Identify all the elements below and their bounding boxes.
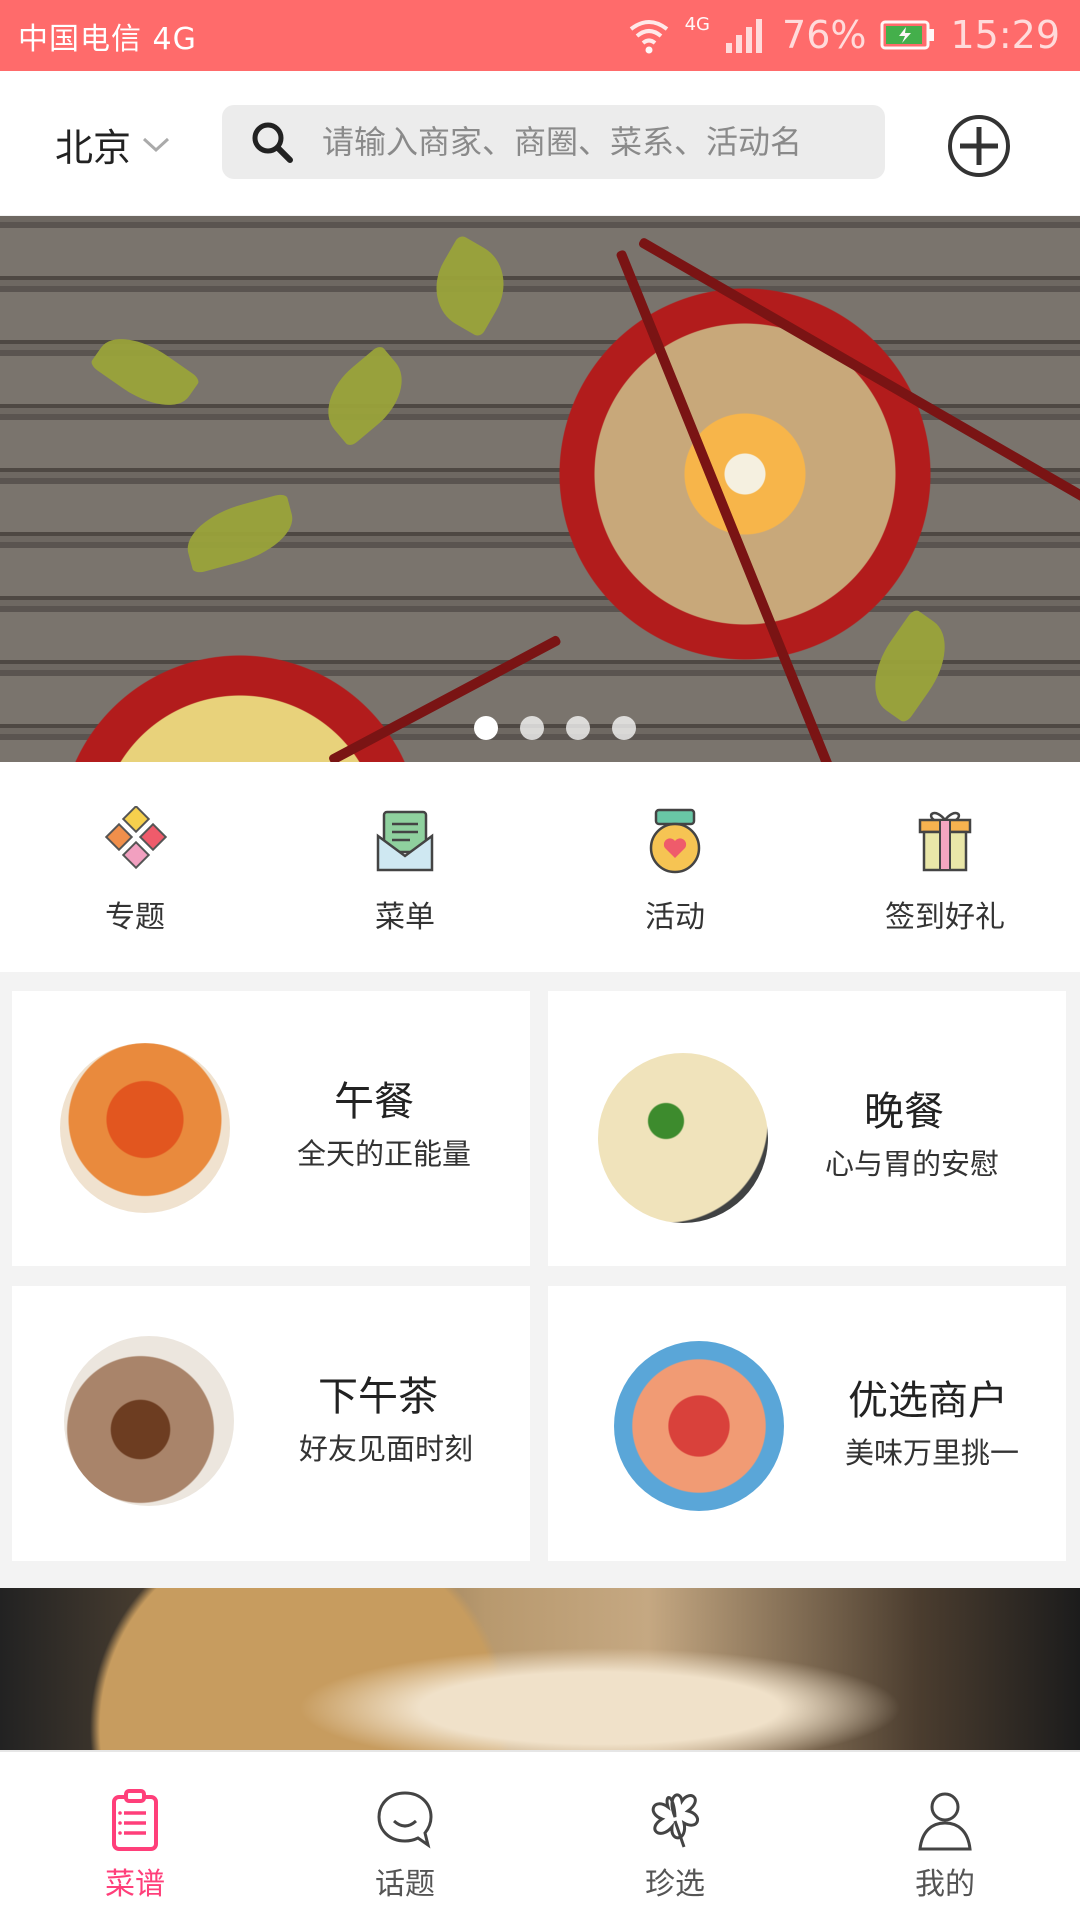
status-bar: 中国电信 4G 4G 76% 15:29 [0, 0, 1080, 71]
carousel-dot[interactable] [520, 716, 544, 740]
quick-nav-checkin-gift[interactable]: 签到好礼 [810, 762, 1080, 972]
bottom-tab-bar: 菜谱 话题 珍选 我的 [0, 1750, 1080, 1920]
banner-leaf-decoration [311, 344, 419, 448]
banner-leaf-decoration [89, 322, 201, 422]
network-type: 4G [684, 14, 711, 35]
tab-label: 我的 [915, 1867, 975, 1902]
quick-nav-label: 菜单 [375, 900, 435, 935]
quick-nav: 专题 菜单 活动 签到好礼 [0, 762, 1080, 972]
quick-nav-menu[interactable]: 菜单 [270, 762, 540, 972]
card-subtitle: 美味万里挑一 [844, 1436, 1019, 1470]
carousel-dot[interactable] [612, 716, 636, 740]
recipe-list-icon [112, 1789, 158, 1851]
clock: 15:29 [950, 13, 1060, 57]
promo-banner[interactable] [0, 1588, 1080, 1750]
chevron-down-icon [143, 137, 170, 152]
status-icons: 4G 76% 15:29 [627, 10, 1060, 60]
card-subtitle: 好友见面时刻 [298, 1432, 473, 1466]
card-subtitle: 全天的正能量 [296, 1137, 471, 1171]
card-title: 午餐 [334, 1079, 414, 1125]
card-afternoon-tea[interactable]: 下午茶 好友见面时刻 [12, 1286, 530, 1561]
banner-leaf-decoration [179, 492, 301, 575]
carousel-dot[interactable] [566, 716, 590, 740]
envelope-menu-icon [376, 810, 434, 872]
tab-label: 菜谱 [105, 1867, 165, 1902]
tab-topics[interactable]: 话题 [270, 1752, 540, 1920]
card-subtitle: 心与胃的安慰 [824, 1147, 999, 1181]
card-dinner[interactable]: 晚餐 心与胃的安慰 [548, 991, 1066, 1266]
medal-icon [649, 808, 701, 874]
city-selector[interactable]: 北京 [55, 117, 171, 172]
tab-recipes[interactable]: 菜谱 [0, 1752, 270, 1920]
user-icon [918, 1792, 972, 1851]
city-name: 北京 [55, 126, 132, 170]
card-title: 优选商户 [848, 1378, 1008, 1424]
search-input[interactable] [322, 123, 882, 161]
search-bar[interactable] [222, 105, 885, 179]
quick-nav-label: 签到好礼 [885, 900, 1005, 935]
carrier-label: 中国电信 4G [18, 22, 197, 57]
carousel-dots [0, 716, 1080, 740]
tab-profile[interactable]: 我的 [810, 1752, 1080, 1920]
chat-bubble-icon [377, 1791, 433, 1849]
card-title: 晚餐 [864, 1089, 944, 1135]
tab-selected[interactable]: 珍选 [540, 1752, 810, 1920]
quick-nav-label: 专题 [105, 900, 165, 935]
wifi-icon [629, 20, 668, 54]
banner-carousel[interactable] [0, 216, 1080, 762]
card-lunch[interactable]: 午餐 全天的正能量 [12, 991, 530, 1266]
afternoon-tea-thumbnail [64, 1336, 234, 1506]
dinner-thumbnail [598, 1053, 768, 1223]
banner-leaf-decoration [419, 233, 521, 339]
battery-icon [880, 20, 935, 50]
tab-label: 珍选 [645, 1867, 705, 1902]
diamond-grid-icon [104, 806, 168, 870]
quick-nav-label: 活动 [645, 900, 705, 935]
app-screen: 中国电信 4G 4G 76% 15:29 北京 请输入商家、商圈、菜系、活动名 … [0, 0, 1080, 1920]
gift-box-icon [918, 811, 972, 872]
featured-merchants-thumbnail [614, 1341, 784, 1511]
plus-circle-icon[interactable] [946, 113, 1012, 179]
battery-percent: 76% [782, 13, 867, 57]
banner-chopstick [327, 634, 562, 762]
search-icon [252, 122, 293, 163]
card-featured-merchants[interactable]: 优选商户 美味万里挑一 [548, 1286, 1066, 1561]
signal-icon [726, 19, 763, 53]
banner-chopstick [615, 249, 835, 762]
banner-leaf-decoration [856, 607, 964, 725]
tab-label: 话题 [375, 1867, 435, 1902]
carousel-dot[interactable] [474, 716, 498, 740]
quick-nav-events[interactable]: 活动 [540, 762, 810, 972]
lunch-thumbnail [60, 1043, 230, 1213]
card-title: 下午茶 [318, 1374, 438, 1420]
quick-nav-topics[interactable]: 专题 [0, 762, 270, 972]
clover-icon [651, 1793, 699, 1848]
top-header: 北京 [0, 71, 1080, 215]
